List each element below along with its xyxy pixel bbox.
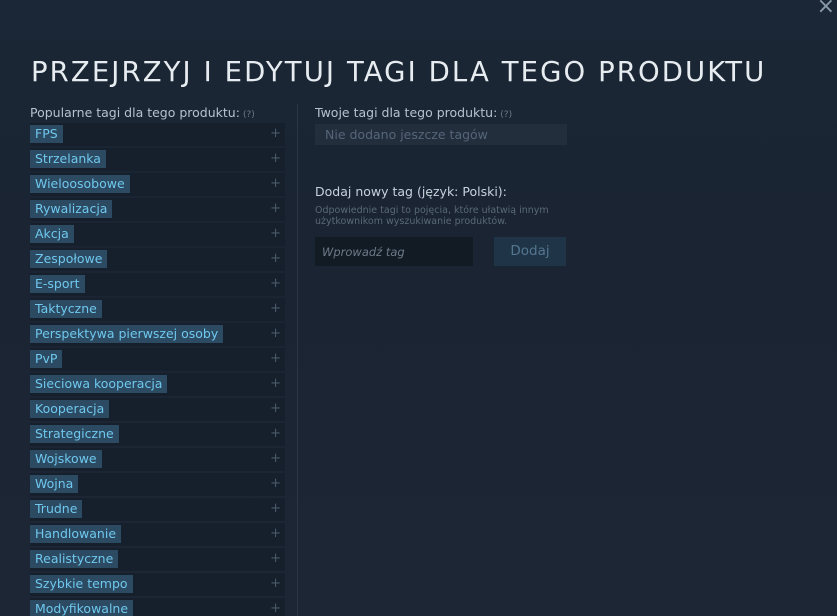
tag-chip[interactable]: Wojskowe [30, 450, 102, 468]
add-tag-plus-icon[interactable]: + [270, 125, 281, 143]
add-tag-plus-icon[interactable]: + [270, 550, 281, 568]
popular-tags-heading-label: Popularne tagi dla tego produktu: [30, 105, 240, 120]
tag-chip[interactable]: Zespołowe [30, 250, 108, 268]
add-tag-plus-icon[interactable]: + [270, 425, 281, 443]
add-tag-plus-icon[interactable]: + [270, 150, 281, 168]
your-tags-empty-box: Nie dodano jeszcze tagów [315, 124, 567, 145]
tag-row: Rywalizacja + [30, 198, 285, 221]
tag-dialog: × PRZEJRZYJ I EDYTUJ TAGI DLA TEGO PRODU… [0, 0, 837, 616]
tag-row: Wojna + [30, 473, 285, 496]
add-tag-plus-icon[interactable]: + [270, 600, 281, 616]
tag-chip[interactable]: Wojna [30, 475, 79, 493]
add-tag-plus-icon[interactable]: + [270, 300, 281, 318]
tag-row: Wojskowe + [30, 448, 285, 471]
add-tag-plus-icon[interactable]: + [270, 225, 281, 243]
tag-row: FPS + [30, 123, 285, 146]
tag-chip[interactable]: Handlowanie [30, 525, 122, 543]
your-tags-heading: Twoje tagi dla tego produktu: (?) [315, 104, 567, 122]
your-tags-panel: Twoje tagi dla tego produktu: (?) Nie dod… [315, 104, 567, 266]
add-tag-description: Odpowiednie tagi to pojęcia, które ułatw… [315, 205, 549, 227]
popular-tags-help-icon[interactable]: (?) [243, 110, 255, 120]
tag-row: Sieciowa kooperacja + [30, 373, 285, 396]
tag-chip[interactable]: Strzelanka [30, 150, 106, 168]
add-tag-heading: Dodaj nowy tag (język: Polski): [315, 184, 507, 199]
your-tags-heading-label: Twoje tagi dla tego produktu: [315, 105, 498, 120]
add-tag-plus-icon[interactable]: + [270, 250, 281, 268]
tag-chip[interactable]: FPS [30, 125, 63, 143]
tag-chip[interactable]: Taktyczne [30, 300, 102, 318]
tag-chip[interactable]: E-sport [30, 275, 85, 293]
add-tag-plus-icon[interactable]: + [270, 350, 281, 368]
tag-row: Handlowanie + [30, 523, 285, 546]
add-tag-plus-icon[interactable]: + [270, 575, 281, 593]
tag-row: Modyfikowalne + [30, 598, 285, 616]
tag-chip[interactable]: Szybkie tempo [30, 575, 133, 593]
close-icon[interactable]: × [817, 0, 835, 18]
tag-chip[interactable]: Realistyczne [30, 550, 119, 568]
tag-chip[interactable]: Akcja [30, 225, 74, 243]
tag-chip[interactable]: Modyfikowalne [30, 600, 134, 616]
popular-tags-list: FPS + Strzelanka + Wieloosobowe + Rywalizacja +… [30, 123, 285, 616]
tag-row: Perspektywa pierwszej osoby + [30, 323, 285, 346]
tag-chip[interactable]: Rywalizacja [30, 200, 113, 218]
tag-chip[interactable]: Strategiczne [30, 425, 119, 443]
tag-row: Szybkie tempo + [30, 573, 285, 596]
tag-chip[interactable]: Wieloosobowe [30, 175, 130, 193]
tag-row: Wieloosobowe + [30, 173, 285, 196]
add-tag-row: Dodaj [315, 237, 567, 266]
tag-row: Akcja + [30, 223, 285, 246]
add-tag-plus-icon[interactable]: + [270, 325, 281, 343]
tag-input[interactable] [315, 237, 473, 266]
your-tags-help-icon[interactable]: (?) [500, 110, 512, 120]
add-tag-plus-icon[interactable]: + [270, 400, 281, 418]
popular-tags-heading: Popularne tagi dla tego produktu: (?) [30, 104, 285, 122]
add-tag-plus-icon[interactable]: + [270, 475, 281, 493]
tag-row: Taktyczne + [30, 298, 285, 321]
tag-row: Trudne + [30, 498, 285, 521]
tag-row: Realistyczne + [30, 548, 285, 571]
popular-tags-panel: Popularne tagi dla tego produktu: (?) FPS… [30, 104, 285, 616]
tag-row: E-sport + [30, 273, 285, 296]
dialog-title: PRZEJRZYJ I EDYTUJ TAGI DLA TEGO PRODUKT… [31, 56, 767, 89]
add-tag-plus-icon[interactable]: + [270, 375, 281, 393]
tag-row: Kooperacja + [30, 398, 285, 421]
add-tag-plus-icon[interactable]: + [270, 450, 281, 468]
tag-chip[interactable]: Trudne [30, 500, 83, 518]
column-divider [297, 104, 298, 616]
add-tag-plus-icon[interactable]: + [270, 275, 281, 293]
add-tag-plus-icon[interactable]: + [270, 175, 281, 193]
add-tag-plus-icon[interactable]: + [270, 525, 281, 543]
add-tag-button[interactable]: Dodaj [494, 237, 566, 266]
tag-row: Strzelanka + [30, 148, 285, 171]
tag-row: Strategiczne + [30, 423, 285, 446]
tag-chip[interactable]: Kooperacja [30, 400, 110, 418]
tag-chip[interactable]: Sieciowa kooperacja [30, 375, 168, 393]
add-tag-plus-icon[interactable]: + [270, 500, 281, 518]
tag-row: Zespołowe + [30, 248, 285, 271]
tag-chip[interactable]: Perspektywa pierwszej osoby [30, 325, 224, 343]
tag-row: PvP + [30, 348, 285, 371]
tag-chip[interactable]: PvP [30, 350, 63, 368]
add-tag-plus-icon[interactable]: + [270, 200, 281, 218]
